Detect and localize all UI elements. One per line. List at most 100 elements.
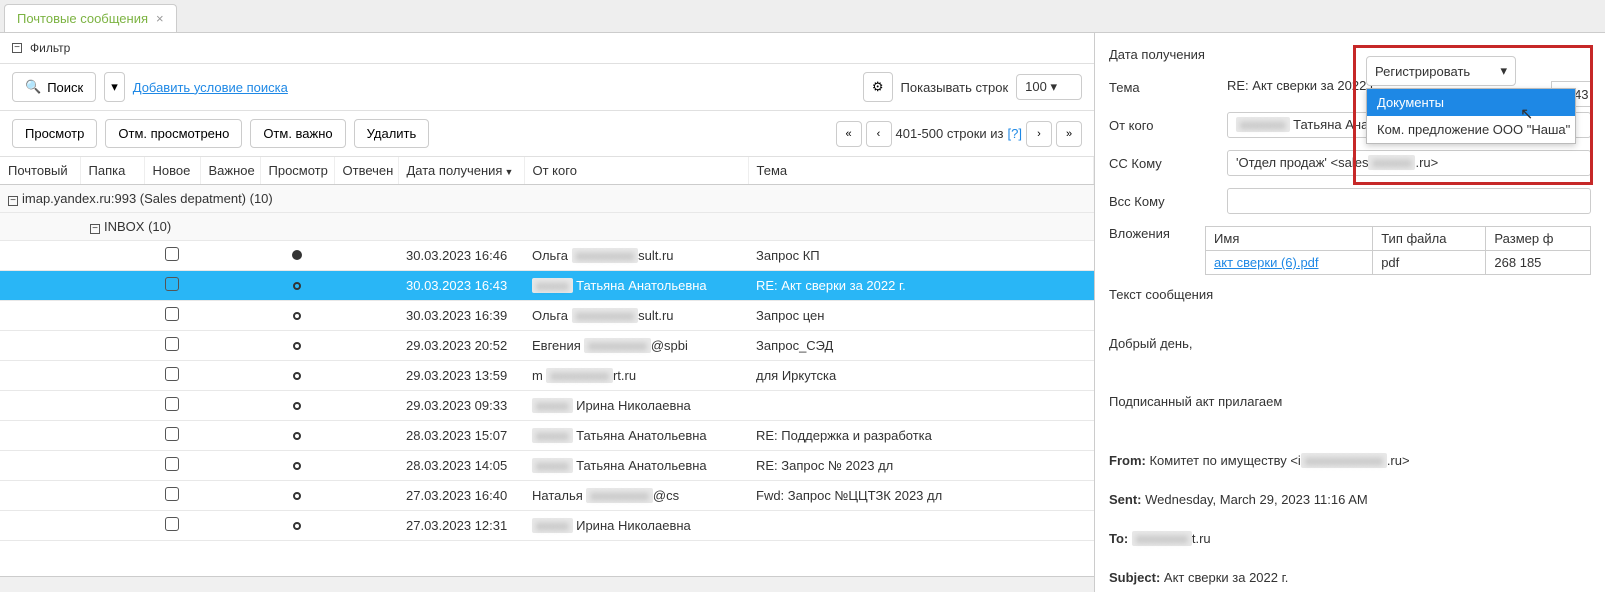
- table-row[interactable]: 29.03.2023 09:33xxxxx Ирина Николаевна: [0, 391, 1094, 421]
- cell-date: 28.03.2023 14:05: [398, 451, 524, 481]
- messages-grid: Почтовый Папка Новое Важное Просмотр Отв…: [0, 157, 1094, 576]
- view-button[interactable]: Просмотр: [12, 119, 97, 148]
- page-next-button[interactable]: ›: [1026, 121, 1052, 147]
- attachment-row[interactable]: акт сверки (6).pdf pdf 268 185: [1206, 251, 1591, 275]
- page-last-button[interactable]: »: [1056, 121, 1082, 147]
- cell-from: m xxxxxxxxxrt.ru: [524, 361, 748, 391]
- col-subject[interactable]: Тема: [748, 157, 1094, 185]
- read-dot-icon: [293, 492, 301, 500]
- table-row[interactable]: 30.03.2023 16:43xxxxx Татьяна Анатольевн…: [0, 271, 1094, 301]
- read-dot-icon: [293, 402, 301, 410]
- mark-read-button[interactable]: Отм. просмотрено: [105, 119, 242, 148]
- table-row[interactable]: 27.03.2023 16:40Наталья xxxxxxxxx@csFwd:…: [0, 481, 1094, 511]
- message-body: Добрый день, Подписанный акт прилагаем F…: [1109, 314, 1591, 592]
- register-dropdown: Документы Ком. предложение ООО "Наша": [1366, 88, 1576, 144]
- col-viewed[interactable]: Просмотр: [260, 157, 334, 185]
- cell-from: xxxxx Татьяна Анатольевна: [524, 421, 748, 451]
- col-from[interactable]: От кого: [524, 157, 748, 185]
- register-button[interactable]: Регистрировать ▾: [1366, 56, 1516, 86]
- detail-cc-label: СС Кому: [1109, 156, 1219, 171]
- group-row-inbox[interactable]: −INBOX (10): [0, 213, 1094, 241]
- col-mail[interactable]: Почтовый: [0, 157, 80, 185]
- read-dot-icon: [293, 522, 301, 530]
- tab-bar: Почтовые сообщения ×: [0, 0, 1605, 33]
- read-dot-icon: [293, 462, 301, 470]
- checkbox[interactable]: [165, 367, 179, 381]
- col-date[interactable]: Дата получения: [398, 157, 524, 185]
- read-dot-icon: [293, 372, 301, 380]
- cursor-icon: ↖: [1520, 104, 1533, 124]
- cell-subject: RE: Запрос № 2023 дл: [748, 451, 1094, 481]
- filter-label: − Фильтр: [12, 41, 70, 55]
- unread-dot-icon: [292, 250, 302, 260]
- cell-subject: Запрос_СЭД: [748, 331, 1094, 361]
- col-folder[interactable]: Папка: [80, 157, 144, 185]
- table-row[interactable]: 28.03.2023 15:07xxxxx Татьяна Анатольевн…: [0, 421, 1094, 451]
- att-col-type: Тип файла: [1373, 227, 1486, 251]
- checkbox[interactable]: [165, 277, 179, 291]
- checkbox[interactable]: [165, 457, 179, 471]
- read-dot-icon: [293, 432, 301, 440]
- col-replied[interactable]: Отвечен: [334, 157, 398, 185]
- attachment-type: pdf: [1373, 251, 1486, 275]
- page-total-help[interactable]: [?]: [1008, 126, 1022, 141]
- mark-important-button[interactable]: Отм. важно: [250, 119, 345, 148]
- page-prev-button[interactable]: ‹: [866, 121, 892, 147]
- cell-subject: для Иркутска: [748, 361, 1094, 391]
- gear-icon: ⚙: [872, 79, 884, 95]
- close-icon[interactable]: ×: [156, 11, 164, 26]
- att-col-size: Размер ф: [1486, 227, 1591, 251]
- table-row[interactable]: 30.03.2023 16:39Ольга xxxxxxxxxsult.ruЗа…: [0, 301, 1094, 331]
- page-range: 401-500 строки из: [896, 126, 1004, 141]
- read-dot-icon: [293, 312, 301, 320]
- cell-from: Ольга xxxxxxxxxsult.ru: [524, 301, 748, 331]
- checkbox[interactable]: [165, 307, 179, 321]
- settings-button[interactable]: ⚙: [863, 72, 893, 102]
- checkbox[interactable]: [165, 427, 179, 441]
- col-important[interactable]: Важное: [200, 157, 260, 185]
- attachment-size: 268 185: [1486, 251, 1591, 275]
- checkbox[interactable]: [165, 337, 179, 351]
- checkbox[interactable]: [165, 397, 179, 411]
- tab-title: Почтовые сообщения: [17, 11, 148, 26]
- detail-attachments-label: Вложения: [1109, 226, 1197, 241]
- group-row-server[interactable]: −imap.yandex.ru:993 (Sales depatment) (1…: [0, 185, 1094, 213]
- read-dot-icon: [293, 342, 301, 350]
- cell-subject: [748, 511, 1094, 541]
- cell-date: 29.03.2023 13:59: [398, 361, 524, 391]
- checkbox[interactable]: [165, 487, 179, 501]
- register-highlighted-area: Регистрировать ▾ Документы Ком. предложе…: [1353, 45, 1593, 185]
- detail-body-label: Текст сообщения: [1109, 287, 1219, 302]
- read-dot-icon: [293, 282, 301, 290]
- cell-date: 30.03.2023 16:46: [398, 241, 524, 271]
- rows-per-page-select[interactable]: 100 ▾: [1016, 74, 1082, 100]
- table-row[interactable]: 29.03.2023 20:52Евгения xxxxxxxxx@spbiЗа…: [0, 331, 1094, 361]
- col-new[interactable]: Новое: [144, 157, 200, 185]
- chevron-down-icon: ▾: [111, 79, 118, 95]
- collapse-icon[interactable]: −: [12, 43, 22, 53]
- horizontal-scrollbar[interactable]: [0, 576, 1094, 592]
- page-first-button[interactable]: «: [836, 121, 862, 147]
- checkbox[interactable]: [165, 517, 179, 531]
- search-dropdown-button[interactable]: ▾: [104, 72, 125, 102]
- cell-from: Наталья xxxxxxxxx@cs: [524, 481, 748, 511]
- register-option-documents[interactable]: Документы: [1367, 89, 1575, 116]
- cell-date: 27.03.2023 12:31: [398, 511, 524, 541]
- table-row[interactable]: 29.03.2023 13:59m xxxxxxxxxrt.ruдля Ирку…: [0, 361, 1094, 391]
- checkbox[interactable]: [165, 247, 179, 261]
- table-row[interactable]: 28.03.2023 14:05xxxxx Татьяна Анатольевн…: [0, 451, 1094, 481]
- register-option-proposal[interactable]: Ком. предложение ООО "Наша": [1367, 116, 1575, 143]
- cell-from: Ольга xxxxxxxxxsult.ru: [524, 241, 748, 271]
- table-row[interactable]: 30.03.2023 16:46Ольга xxxxxxxxxsult.ruЗа…: [0, 241, 1094, 271]
- tab-mail-messages[interactable]: Почтовые сообщения ×: [4, 4, 177, 32]
- add-filter-condition[interactable]: Добавить условие поиска: [133, 80, 288, 95]
- cell-from: xxxxx Ирина Николаевна: [524, 391, 748, 421]
- cell-date: 27.03.2023 16:40: [398, 481, 524, 511]
- search-button[interactable]: 🔍 Поиск: [12, 72, 96, 102]
- attachment-link[interactable]: акт сверки (6).pdf: [1214, 255, 1318, 270]
- chevron-down-icon: ▾: [1050, 79, 1057, 94]
- detail-bcc-value: [1227, 188, 1591, 214]
- grid-header-row: Почтовый Папка Новое Важное Просмотр Отв…: [0, 157, 1094, 185]
- table-row[interactable]: 27.03.2023 12:31xxxxx Ирина Николаевна: [0, 511, 1094, 541]
- delete-button[interactable]: Удалить: [354, 119, 430, 148]
